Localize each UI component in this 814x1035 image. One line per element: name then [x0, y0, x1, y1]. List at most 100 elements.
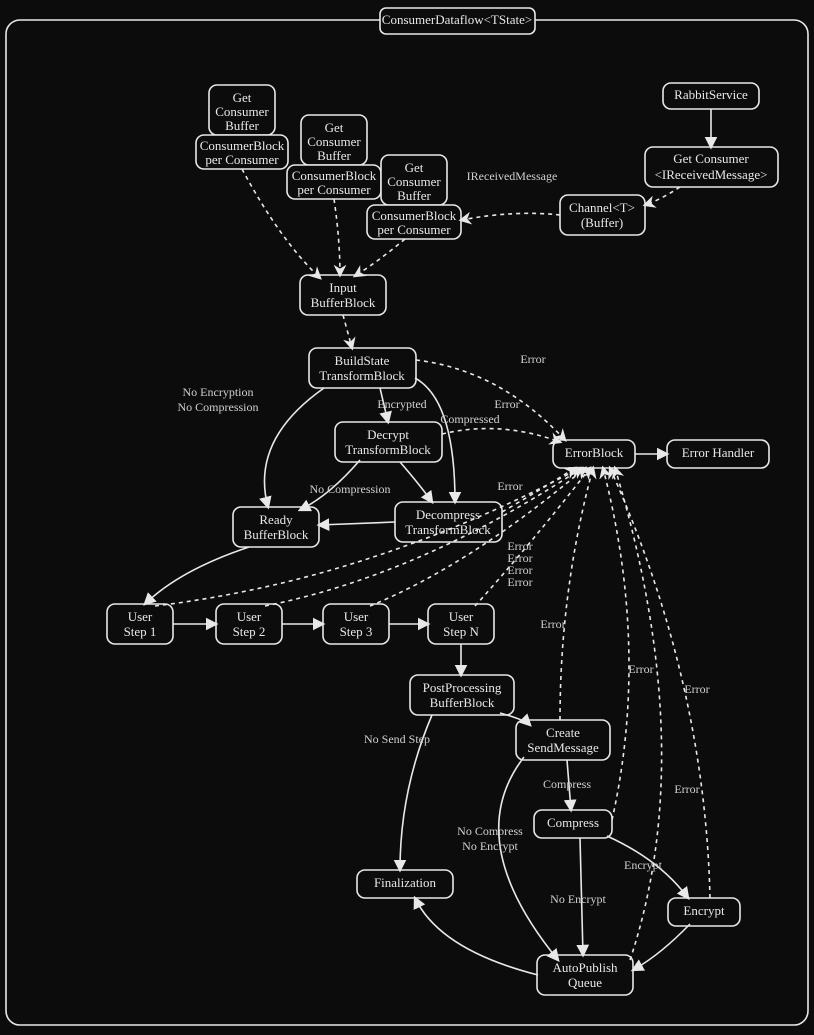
edge-decrypt-to-error	[442, 429, 560, 442]
node-create-sendmessage: Create SendMessage	[516, 720, 610, 760]
edge-encrypt-to-autopub	[633, 924, 690, 970]
label-err-uN: Error	[507, 575, 532, 589]
node-autopublish-queue: AutoPublish Queue	[537, 955, 633, 995]
edge-csm-error	[560, 468, 593, 720]
svg-text:BufferBlock: BufferBlock	[430, 695, 495, 710]
edge-autopub-error	[615, 468, 662, 960]
edge-decompress-to-ready	[319, 522, 395, 525]
svg-text:Decrypt: Decrypt	[367, 427, 409, 442]
svg-text:Get: Get	[325, 120, 344, 135]
label-compress-word: Compress	[543, 777, 591, 791]
label-err-build: Error	[520, 352, 545, 366]
node-getconsumerbuffer-2: Get Consumer Buffer	[301, 115, 367, 165]
svg-text:TransformBlock: TransformBlock	[345, 442, 431, 457]
node-getconsumerbuffer-1: Get Consumer Buffer	[209, 85, 275, 135]
edge-ready-to-user1	[145, 547, 249, 604]
label-noenc: No Encryption	[183, 385, 254, 399]
node-user-step-n: User Step N	[428, 604, 494, 644]
label-nocmp-noenc1: No Compress	[457, 824, 523, 838]
svg-text:Finalization: Finalization	[374, 875, 437, 890]
svg-text:Buffer: Buffer	[317, 148, 351, 163]
svg-text:Encrypt: Encrypt	[683, 903, 725, 918]
node-finalization: Finalization	[357, 870, 453, 898]
svg-text:User: User	[128, 609, 153, 624]
svg-text:BuildState: BuildState	[335, 353, 390, 368]
node-errorblock: ErrorBlock	[553, 440, 635, 468]
node-getconsumerbuffer-3: Get Consumer Buffer	[381, 155, 447, 205]
edge-input-to-buildstate	[343, 315, 352, 348]
svg-text:User: User	[449, 609, 474, 624]
svg-text:AutoPublish: AutoPublish	[552, 960, 618, 975]
label-nocmp2: No Compression	[310, 482, 391, 496]
node-user-step-2: User Step 2	[216, 604, 282, 644]
node-input-bufferblock: Input BufferBlock	[300, 275, 386, 315]
label-encrypt-word: Encrypt	[624, 858, 663, 872]
edge-channel-to-consumerblock	[461, 213, 560, 220]
node-rabbitservice: RabbitService	[663, 83, 759, 109]
svg-text:Step 2: Step 2	[233, 624, 266, 639]
node-ready: Ready BufferBlock	[233, 507, 319, 547]
title-text: ConsumerDataflow<TState>	[382, 12, 532, 27]
edge-cb2-to-input	[334, 199, 340, 275]
svg-text:Input: Input	[329, 280, 357, 295]
svg-text:PostProcessing: PostProcessing	[423, 680, 502, 695]
svg-text:Get Consumer: Get Consumer	[673, 151, 749, 166]
title-node: ConsumerDataflow<TState>	[380, 8, 535, 34]
node-buildstate: BuildState TransformBlock	[309, 348, 416, 388]
node-user-step-1: User Step 1	[107, 604, 173, 644]
svg-text:Step 3: Step 3	[340, 624, 373, 639]
node-consumerblock-2: ConsumerBlock per Consumer	[287, 165, 381, 199]
svg-text:Get: Get	[233, 90, 252, 105]
svg-text:TransformBlock: TransformBlock	[319, 368, 405, 383]
svg-text:<IReceivedMessage>: <IReceivedMessage>	[655, 167, 768, 182]
node-postprocessing: PostProcessing BufferBlock	[410, 675, 514, 715]
label-ireceivedmessage: IReceivedMessage	[467, 169, 558, 183]
svg-text:User: User	[237, 609, 262, 624]
label-encrypted: Encrypted	[377, 397, 426, 411]
edge-compress-error	[603, 468, 629, 820]
label-nocmp1: No Compression	[178, 400, 259, 414]
node-user-step-3: User Step 3	[323, 604, 389, 644]
svg-text:ConsumerBlock: ConsumerBlock	[372, 208, 457, 223]
svg-text:User: User	[344, 609, 369, 624]
edge-decrypt-to-decompress	[400, 462, 432, 502]
label-err-decrypt: Error	[494, 397, 519, 411]
svg-text:ErrorBlock: ErrorBlock	[565, 445, 624, 460]
svg-text:Step 1: Step 1	[124, 624, 157, 639]
svg-text:Buffer: Buffer	[225, 118, 259, 133]
node-getconsumer-irm: Get Consumer <IReceivedMessage>	[645, 147, 778, 187]
svg-text:Consumer: Consumer	[307, 134, 361, 149]
svg-text:Compress: Compress	[547, 815, 599, 830]
node-compress: Compress	[534, 810, 612, 838]
node-decrypt: Decrypt TransformBlock	[335, 422, 442, 462]
node-consumerblock-1: ConsumerBlock per Consumer	[196, 135, 288, 169]
svg-text:BufferBlock: BufferBlock	[311, 295, 376, 310]
svg-text:Channel<T>: Channel<T>	[569, 200, 635, 215]
node-channel-buffer: Channel<T> (Buffer)	[560, 195, 645, 235]
node-consumerblock-3: ConsumerBlock per Consumer	[367, 205, 461, 239]
label-compressed: Compressed	[440, 412, 499, 426]
label-err-decompress: Error	[497, 479, 522, 493]
svg-text:ConsumerBlock: ConsumerBlock	[200, 138, 285, 153]
svg-text:Buffer: Buffer	[397, 188, 431, 203]
label-err-compress: Error	[628, 662, 653, 676]
svg-text:Create: Create	[546, 725, 580, 740]
label-noencrypt: No Encrypt	[550, 892, 606, 906]
node-decompress: Decompress TransformBlock	[395, 502, 502, 542]
svg-text:BufferBlock: BufferBlock	[244, 527, 309, 542]
svg-text:Get: Get	[405, 160, 424, 175]
svg-text:Ready: Ready	[259, 512, 293, 527]
svg-text:Step N: Step N	[443, 624, 479, 639]
svg-text:(Buffer): (Buffer)	[581, 215, 623, 230]
node-errorhandler: Error Handler	[667, 440, 769, 468]
label-nocmp-noenc2: No Encrypt	[462, 839, 518, 853]
edge-getconsumer-to-channel	[645, 187, 680, 205]
svg-text:Consumer: Consumer	[387, 174, 441, 189]
svg-text:RabbitService: RabbitService	[674, 87, 748, 102]
label-err-csm: Error	[540, 617, 565, 631]
svg-text:SendMessage: SendMessage	[527, 740, 599, 755]
svg-text:Queue: Queue	[568, 975, 602, 990]
svg-text:Consumer: Consumer	[215, 104, 269, 119]
edge-autopub-to-final	[415, 898, 538, 975]
node-encrypt: Encrypt	[668, 898, 740, 926]
